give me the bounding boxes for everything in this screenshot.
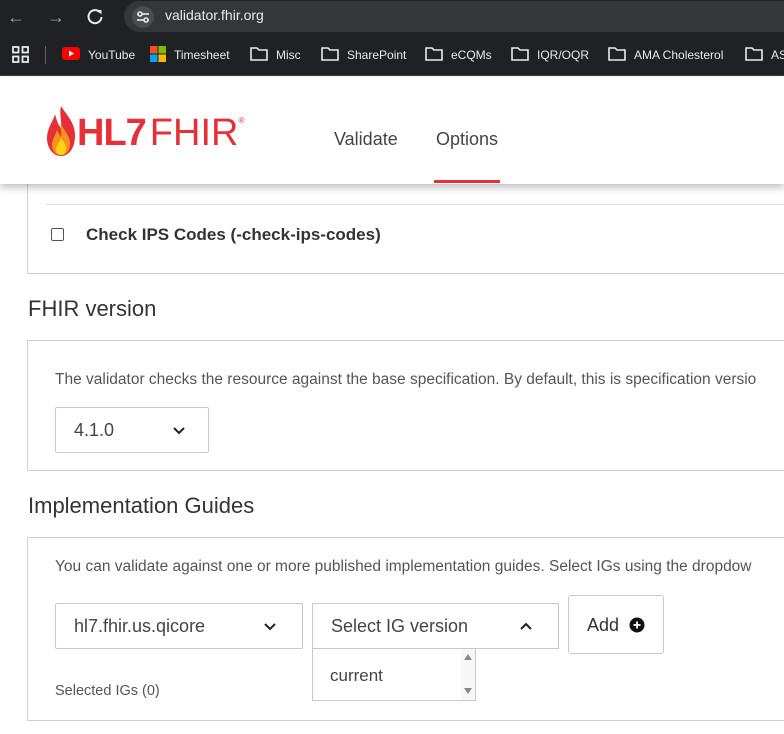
hl7-fhir-logo[interactable]: HL7 FHIR ® bbox=[43, 104, 244, 158]
logo-fhir-text: FHIR bbox=[149, 112, 239, 154]
bookmark-label: AMA Cholesterol bbox=[634, 48, 724, 62]
implementation-guides-title: Implementation Guides bbox=[28, 493, 255, 518]
forward-icon[interactable]: → bbox=[44, 5, 68, 29]
bookmark-sharepoint[interactable]: SharePoint bbox=[321, 46, 406, 64]
logo-hl7-text: HL7 bbox=[77, 112, 147, 154]
bookmark-label: Timesheet bbox=[174, 48, 230, 62]
fhir-version-panel: The validator checks the resource agains… bbox=[27, 340, 784, 471]
folder-icon bbox=[425, 46, 443, 64]
folder-icon bbox=[511, 46, 529, 64]
bookmark-ecqms[interactable]: eCQMs bbox=[425, 46, 492, 64]
check-ips-checkbox[interactable] bbox=[51, 228, 64, 241]
bookmark-misc[interactable]: Misc bbox=[250, 46, 301, 64]
folder-icon bbox=[745, 46, 763, 64]
add-ig-button[interactable]: Add bbox=[568, 595, 664, 654]
ig-version-select[interactable]: Select IG version bbox=[312, 603, 559, 649]
back-icon[interactable]: ← bbox=[4, 5, 28, 29]
ig-select[interactable]: hl7.fhir.us.qicore bbox=[55, 603, 303, 649]
active-nav-indicator bbox=[434, 180, 500, 183]
ig-version-option[interactable]: current bbox=[330, 666, 383, 686]
ig-version-dropdown-list: current bbox=[312, 648, 476, 701]
folder-icon bbox=[250, 46, 268, 64]
scroll-up-arrow-icon[interactable] bbox=[464, 654, 472, 660]
flame-icon bbox=[47, 106, 75, 156]
browser-toolbar: ← → validator.fhir.org bbox=[0, 0, 784, 34]
bookmark-label: Misc bbox=[276, 48, 301, 62]
reload-icon[interactable] bbox=[83, 5, 107, 29]
nav-options[interactable]: Options bbox=[436, 129, 498, 150]
fhir-version-title: FHIR version bbox=[28, 296, 157, 321]
bookmark-as[interactable]: AS bbox=[745, 46, 784, 64]
fhir-version-value: 4.1.0 bbox=[74, 420, 115, 440]
check-ips-label[interactable]: Check IPS Codes (-check-ips-codes) bbox=[86, 225, 381, 245]
options-panel: Check IPS Codes (-check-ips-codes) bbox=[27, 174, 784, 274]
bookmarks-divider bbox=[45, 46, 46, 64]
nav-validate[interactable]: Validate bbox=[334, 129, 398, 150]
bookmark-label: IQR/OQR bbox=[537, 48, 590, 62]
fhir-version-select[interactable]: 4.1.0 bbox=[55, 407, 209, 453]
bookmark-label: eCQMs bbox=[451, 48, 492, 62]
chevron-up-icon bbox=[520, 622, 532, 630]
youtube-icon bbox=[62, 47, 80, 63]
site-header: HL7 FHIR ® Validate Options bbox=[0, 77, 784, 184]
chevron-down-icon bbox=[264, 623, 276, 631]
chevron-down-icon bbox=[173, 427, 185, 435]
folder-icon bbox=[321, 46, 339, 64]
address-bar[interactable]: validator.fhir.org bbox=[124, 1, 784, 32]
apps-grid-icon[interactable] bbox=[12, 46, 29, 68]
ig-select-value: hl7.fhir.us.qicore bbox=[74, 616, 206, 636]
scroll-down-arrow-icon[interactable] bbox=[464, 688, 472, 694]
site-info-icon[interactable] bbox=[132, 6, 154, 28]
bookmark-label: AS bbox=[771, 48, 784, 62]
bookmark-youtube[interactable]: YouTube bbox=[62, 46, 135, 64]
logo-registered-mark: ® bbox=[238, 116, 245, 125]
add-ig-label: Add bbox=[587, 615, 620, 635]
plus-circle-icon bbox=[629, 617, 645, 633]
folder-icon bbox=[608, 46, 626, 64]
dropdown-scrollbar[interactable] bbox=[461, 649, 475, 700]
bookmark-ama-cholesterol[interactable]: AMA Cholesterol bbox=[608, 46, 723, 64]
divider bbox=[46, 204, 784, 205]
bookmark-iqr-oqr[interactable]: IQR/OQR bbox=[511, 46, 589, 64]
url-text[interactable]: validator.fhir.org bbox=[165, 7, 264, 23]
bookmark-label: YouTube bbox=[88, 48, 136, 62]
microsoft-icon bbox=[150, 45, 166, 65]
bookmark-label: SharePoint bbox=[347, 48, 407, 62]
bookmarks-bar: YouTube Timesheet Misc SharePoint eCQMs … bbox=[0, 34, 784, 76]
bookmark-timesheet[interactable]: Timesheet bbox=[150, 45, 230, 65]
ig-description: You can validate against one or more pub… bbox=[55, 558, 752, 575]
selected-igs-label: Selected IGs (0) bbox=[55, 683, 160, 699]
ig-version-placeholder: Select IG version bbox=[331, 616, 469, 636]
fhir-version-description: The validator checks the resource agains… bbox=[55, 371, 757, 388]
